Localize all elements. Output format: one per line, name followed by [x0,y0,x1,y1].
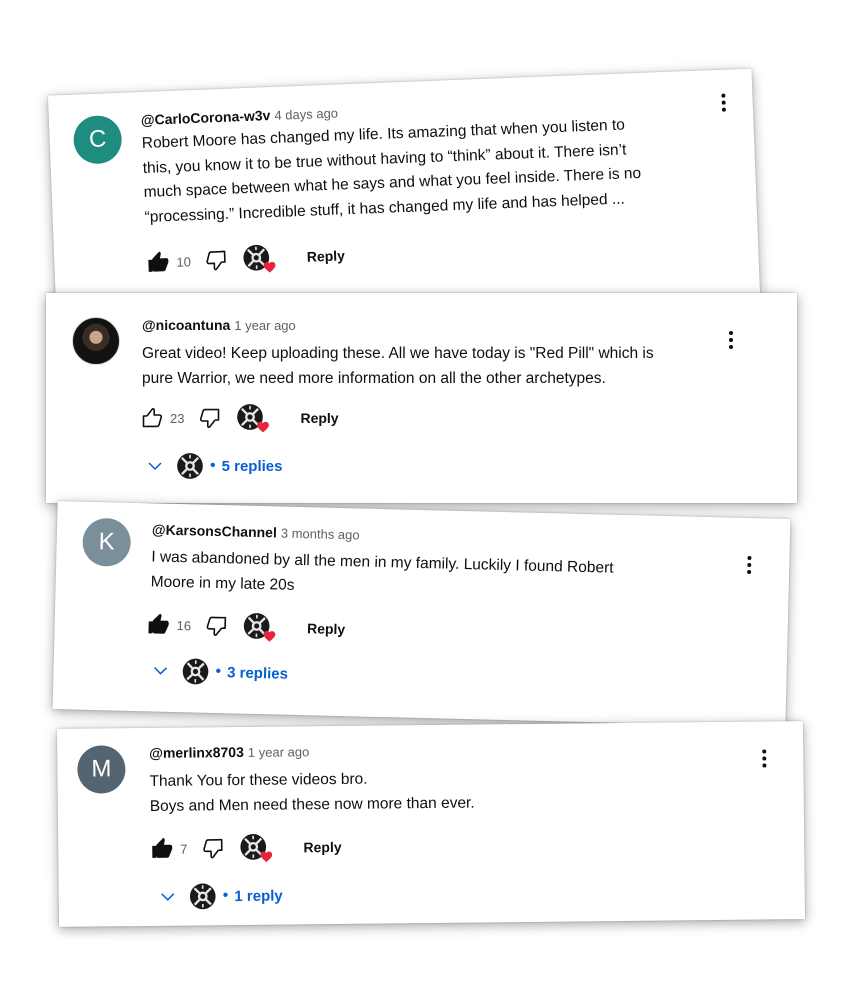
more-actions-icon[interactable] [718,91,729,113]
thumbs-up-icon[interactable] [146,250,171,275]
comment-header: @nicoantuna 1 year ago [142,317,296,333]
creator-heart [239,833,269,863]
avatar-letter: K [98,528,115,556]
comment-time[interactable]: 4 days ago [274,105,338,122]
avatar[interactable]: K [82,517,132,567]
author-handle[interactable]: @merlinx8703 [149,744,244,761]
comment-line: pure Warrior, we need more information o… [142,369,606,387]
author-handle[interactable]: @nicoantuna [142,317,230,333]
creator-avatar-icon [181,657,210,686]
heart-icon [259,850,273,864]
author-handle[interactable]: @KarsonsChannel [152,521,277,540]
like-count: 10 [176,253,192,270]
comment-header: @KarsonsChannel 3 months ago [152,521,360,542]
view-replies-button[interactable]: • 1 reply [159,881,283,912]
comment-header: @CarloCorona-w3v 4 days ago [141,104,339,128]
creator-heart [243,612,274,643]
chevron-down-icon [146,457,164,475]
thumbs-up-icon[interactable] [140,406,164,430]
more-actions-icon[interactable] [726,329,736,351]
comment-text: Great video! Keep uploading these. All w… [142,342,762,391]
action-bar: 10 Reply [146,240,346,278]
view-replies-button[interactable]: • 3 replies [151,655,288,688]
reply-button[interactable]: Reply [307,620,346,637]
view-replies-button[interactable]: • 5 replies [146,451,282,481]
thumbs-down-icon[interactable] [198,406,222,430]
creator-avatar-icon [189,882,217,910]
heart-icon [256,420,270,434]
author-handle[interactable]: @CarloCorona-w3v [141,107,271,128]
avatar[interactable] [72,317,120,365]
heart-icon [263,629,277,643]
comment-card-1: C @CarloCorona-w3v 4 days ago Robert Moor… [47,68,761,322]
avatar[interactable]: M [77,745,126,794]
comment-time[interactable]: 1 year ago [234,318,295,333]
reply-button[interactable]: Reply [300,410,338,426]
like-count: 23 [170,410,185,426]
avatar-letter: C [88,125,107,154]
comment-time[interactable]: 1 year ago [248,744,310,760]
more-actions-icon[interactable] [744,554,755,576]
comment-card-3: K @KarsonsChannel 3 months ago I was aban… [52,501,791,727]
replies-count[interactable]: 3 replies [227,664,288,682]
comment-card-2: @nicoantuna 1 year ago Great video! Keep … [46,293,797,503]
separator-dot: • [215,662,222,681]
thumbs-down-icon[interactable] [205,614,230,639]
thumbs-up-icon[interactable] [150,837,174,861]
thumbs-down-icon[interactable] [204,248,229,273]
comment-text: I was abandoned by all the men in my fam… [150,545,751,609]
heart-icon [263,260,278,275]
action-bar: 7 Reply [150,832,342,864]
creator-avatar-icon [176,452,204,480]
comment-time[interactable]: 3 months ago [281,526,360,543]
thumbs-down-icon[interactable] [201,836,225,860]
reply-button[interactable]: Reply [306,247,345,264]
separator-dot: • [210,457,216,474]
avatar[interactable]: C [72,114,123,165]
comment-line: Great video! Keep uploading these. All w… [142,345,654,362]
replies-count[interactable]: 5 replies [222,458,283,475]
comment-card-4: M @merlinx8703 1 year ago Thank You for t… [56,721,806,927]
avatar-letter: M [91,755,112,783]
chevron-down-icon [151,661,169,679]
chevron-down-icon [159,888,177,906]
thumbs-up-icon[interactable] [146,612,171,637]
creator-heart [236,403,266,433]
like-count: 7 [180,841,188,857]
creator-heart [242,243,273,274]
like-count: 16 [176,617,192,633]
comment-header: @merlinx8703 1 year ago [149,743,309,761]
comment-text: Thank You for these videos bro. Boys and… [149,764,749,819]
replies-count[interactable]: 1 reply [234,887,283,905]
more-actions-icon[interactable] [759,747,769,769]
comment-text: Robert Moore has changed my life. Its am… [141,109,734,230]
reply-button[interactable]: Reply [303,839,341,855]
separator-dot: • [222,887,229,905]
action-bar: 23 Reply [140,403,339,433]
action-bar: 16 Reply [146,609,345,644]
